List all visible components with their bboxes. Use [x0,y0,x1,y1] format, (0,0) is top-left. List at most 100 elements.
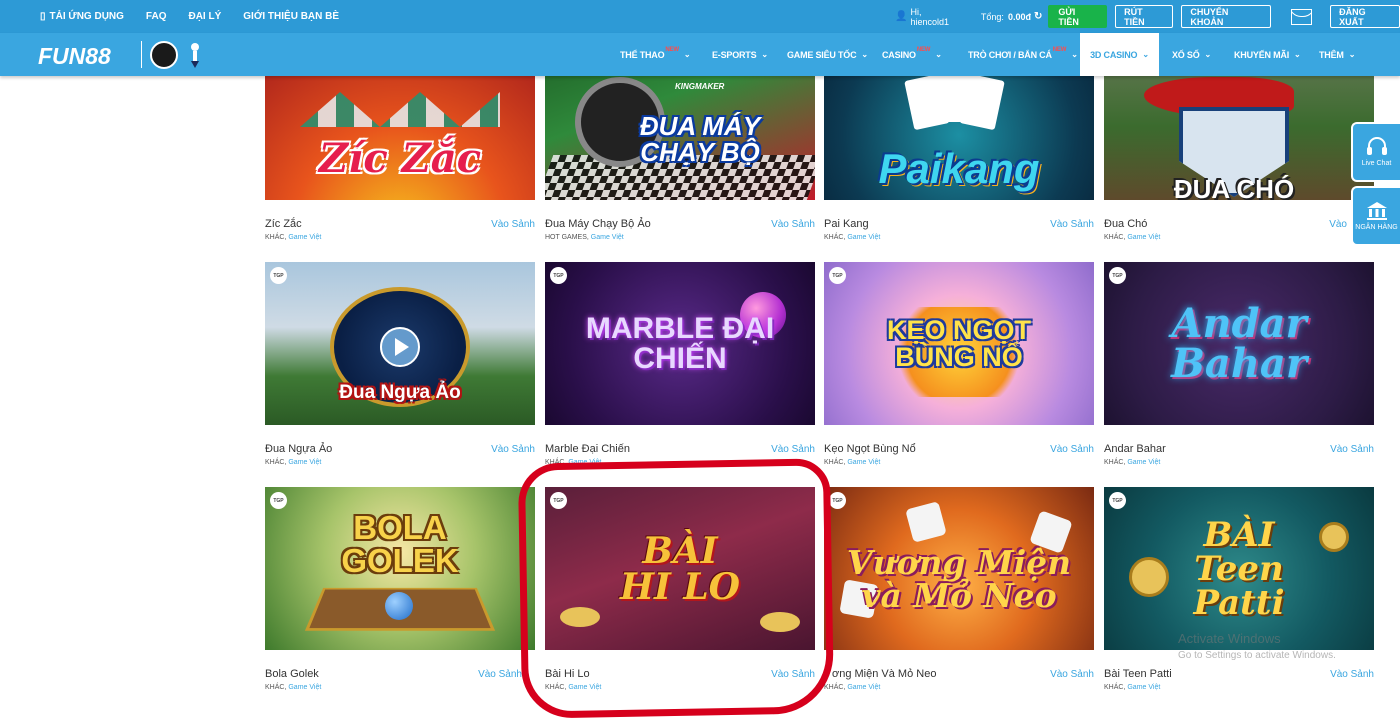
game-art-title: Andar Bahar [1171,299,1307,387]
provider-link[interactable]: Game Việt [1127,459,1160,466]
mail-icon[interactable] [1290,8,1313,25]
game-thumbnail[interactable]: Vương Miện và Mỏ Neo TGP [824,487,1094,650]
game-title: Kẹo Ngọt Bùng Nổ [824,443,916,455]
game-art-title: Đua Ngựa Ảo [339,381,461,403]
main-navbar: FUN88 THỂ THAO NEW ⌄ E-SPORTS ⌄ GAME SIÊU T… [0,33,1400,76]
nav-games-fishing[interactable]: TRÒ CHƠI / BẮN CÁ NEW ⌄ [968,33,1078,76]
provider-link[interactable]: Game Việt [288,459,321,466]
logout-button[interactable]: ĐĂNG XUẤT [1330,5,1400,28]
nav-lottery[interactable]: XỔ SỐ ⌄ [1172,33,1211,76]
tgp-badge: TGP [1109,492,1126,509]
game-thumbnail[interactable]: BOLA GOLEK TGP [265,487,535,650]
game-title: Andar Bahar [1104,443,1166,455]
game-category: KHÁC, Game Việt [265,684,322,691]
highlight-annotation [517,458,835,719]
game-thumbnail[interactable]: Andar Bahar TGP [1104,262,1374,425]
chevron-down-icon: ⌄ [761,50,768,59]
enter-lobby-link[interactable]: Vào Sảnh [1050,219,1094,230]
game-title: Đua Ngựa Ảo [265,443,333,455]
chevron-down-icon: ⌄ [683,50,691,59]
activate-windows-subtitle: Go to Settings to activate Windows. [1178,650,1336,661]
game-art-title: MARBLE ĐẠI CHIẾN [585,311,775,375]
enter-lobby-link[interactable]: Vào Sảnh [1330,669,1374,680]
game-art-title: ĐUA MÁY CHẠY BỘ [639,110,761,167]
nav-esports[interactable]: E-SPORTS ⌄ [712,33,768,76]
refer-friend-link[interactable]: GIỚI THIỆU BẠN BÈ [243,11,339,22]
chevron-down-icon: ⌄ [861,50,868,59]
balance-value: 0.00đ [1007,11,1031,22]
refresh-icon[interactable]: ↻ [1034,11,1042,22]
game-category: KHÁC, Game Việt [1104,234,1161,241]
tgp-badge: TGP [550,267,567,284]
game-thumbnail[interactable]: KẸO NGỌT BÙNG NỔ TGP [824,262,1094,425]
tgp-badge: TGP [829,267,846,284]
fun88-logo[interactable]: FUN88 [38,43,111,70]
provider-link[interactable]: Game Việt [847,234,880,241]
chevron-down-icon: ⌄ [1204,50,1212,59]
tgp-badge: TGP [270,492,287,509]
activate-windows-title: Activate Windows [1178,631,1281,646]
enter-lobby-link[interactable]: Vào Sảnh [478,669,522,680]
game-category: KHÁC, Game Việt [824,684,881,691]
top-utility-bar: ▯ TẢI ỨNG DỤNG FAQ ĐẠI LÝ GIỚI THIỆU BẠN … [0,0,1400,33]
enter-lobby-link[interactable]: Vào Sảnh [1330,444,1374,455]
tottenham-crest-icon [191,43,199,68]
newcastle-crest-icon [150,41,178,69]
agent-link[interactable]: ĐẠI LÝ [188,11,221,22]
deposit-button[interactable]: GỬI TIỀN [1048,5,1108,28]
game-thumbnail[interactable]: MARBLE ĐẠI CHIẾN TGP [545,262,815,425]
faq-link[interactable]: FAQ [146,11,167,22]
withdraw-button[interactable]: RÚT TIỀN [1115,5,1174,28]
provider-link[interactable]: Game Việt [288,234,321,241]
enter-lobby-link[interactable]: Vào Sảnh [771,219,815,230]
game-title: ơng Miện Và Mỏ Neo [832,668,937,680]
download-app-link[interactable]: ▯ TẢI ỨNG DỤNG [40,11,124,22]
game-category: KHÁC, Game Việt [824,234,881,241]
provider-link[interactable]: Game Việt [288,684,321,691]
game-thumbnail[interactable]: BÀI Teen Patti TGP [1104,487,1374,650]
nav-fast-games[interactable]: GAME SIÊU TỐC ⌄ [787,33,868,76]
provider-link[interactable]: Game Việt [847,459,880,466]
game-art-title: Vương Miện và Mỏ Neo [846,542,1072,615]
logo-divider [141,41,142,68]
game-art-title: Zíc Zắc [318,134,482,182]
game-art-title: KẸO NGỌT BÙNG NỔ [886,314,1031,372]
provider-link[interactable]: Game Việt [847,684,880,691]
game-art-title: BÀI Teen Patti [1193,514,1285,623]
game-category: KHÁC, Game Việt [265,234,322,241]
nav-casino[interactable]: CASINO NEW ⌄ [882,33,942,76]
nav-sports[interactable]: THỂ THAO NEW ⌄ [620,33,691,76]
balance-label: Tổng: [980,11,1004,22]
phone-icon: ▯ [40,11,46,22]
enter-lobby-link[interactable]: Vào Sảnh [1050,669,1094,680]
game-art-title: BOLA GOLEK [341,508,459,579]
headset-icon [1366,137,1387,155]
live-chat-button[interactable]: Live Chat [1351,122,1400,182]
enter-lobby-link[interactable]: Vào Sảnh [491,219,535,230]
game-title: Bola Golek [265,668,319,680]
enter-lobby-link[interactable]: Vào Sảnh [1050,444,1094,455]
provider-link[interactable]: Game Việt [591,234,624,241]
game-thumbnail[interactable]: Đua Ngựa Ảo TGP [265,262,535,425]
game-art-title: Paikang [878,144,1040,192]
bank-button[interactable]: NGÂN HÀNG [1351,186,1400,246]
enter-lobby-link[interactable]: Vào Sảnh [771,444,815,455]
game-art-title: ĐUA CHÓ [1173,173,1295,201]
chevron-down-icon: ⌄ [1294,50,1301,59]
enter-lobby-link[interactable]: Vào Sảnh [491,444,535,455]
chevron-down-icon: ⌄ [935,50,942,59]
chevron-down-icon: ⌄ [1071,50,1078,59]
transfer-button[interactable]: CHUYỂN KHOẢN [1181,5,1271,28]
nav-more[interactable]: THÊM ⌄ [1319,33,1355,76]
game-title: Đua Máy Chạy Bộ Ảo [545,218,651,230]
game-title: Đua Chó [1104,218,1148,230]
nav-3d-casino[interactable]: 3D CASINO ⌄ [1080,33,1159,76]
user-greeting[interactable]: Hi, hiencold1 [910,7,960,27]
tgp-badge: TGP [1109,267,1126,284]
game-title: Zíc Zắc [265,218,302,230]
nav-promotions[interactable]: KHUYẾN MÃI ⌄ [1234,33,1301,76]
provider-link[interactable]: Game Việt [1127,684,1160,691]
provider-link[interactable]: Game Việt [1127,234,1160,241]
enter-lobby-link[interactable]: Vào [1329,219,1347,230]
game-title: Bài Teen Patti [1104,668,1172,680]
